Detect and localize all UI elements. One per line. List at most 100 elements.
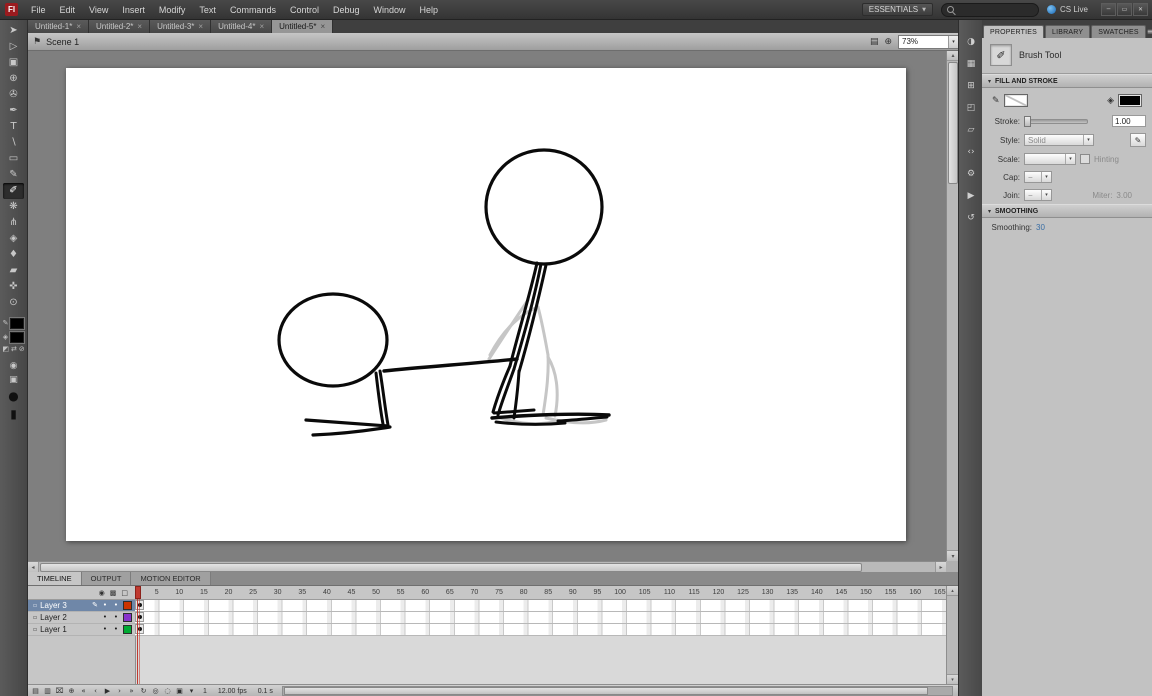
timeline-tab[interactable]: TIMELINE <box>28 572 82 585</box>
menu-item[interactable]: Debug <box>326 0 367 19</box>
layer-outline-color[interactable] <box>123 601 132 610</box>
edit-stroke-style-button[interactable]: ✎ <box>1130 133 1146 147</box>
free-transform-tool[interactable]: ▣ <box>3 55 24 71</box>
layer-outline-color[interactable] <box>123 613 132 622</box>
option-brush-shape[interactable]: ▮ <box>10 407 17 421</box>
play-button[interactable]: ▶ <box>103 688 112 695</box>
pasteboard[interactable] <box>28 50 946 561</box>
layer-lock-dot[interactable]: • <box>112 626 120 633</box>
panel-tab[interactable]: PROPERTIES <box>983 25 1044 38</box>
menu-item[interactable]: Text <box>192 0 223 19</box>
menu-item[interactable]: Modify <box>152 0 193 19</box>
scrollbar-thumb[interactable] <box>40 563 862 572</box>
fill-color-swatch[interactable] <box>10 332 24 343</box>
timeline-vertical-scrollbar[interactable]: ▴ ▾ <box>946 586 958 684</box>
Layer 3[interactable] <box>135 600 947 612</box>
color-panel-icon[interactable]: ◑ <box>962 35 980 50</box>
stroke-weight-slider[interactable] <box>1024 119 1088 124</box>
tab-close-icon[interactable]: × <box>320 22 325 31</box>
layer-lock-dot[interactable]: • <box>112 602 120 609</box>
edit-scene-button[interactable]: ▤ <box>870 37 879 47</box>
bone-tool[interactable]: ⋔ <box>3 215 24 231</box>
timeline-horizontal-scrollbar[interactable] <box>282 686 953 696</box>
join-select[interactable]: − ▾ <box>1024 189 1052 201</box>
go-last-frame-button[interactable]: » <box>127 688 136 695</box>
pencil-tool[interactable]: ✎ <box>3 167 24 183</box>
scroll-down-arrow[interactable]: ▾ <box>947 674 958 684</box>
menu-item[interactable]: Edit <box>53 0 83 19</box>
layer-visibility-dot[interactable]: • <box>101 626 109 633</box>
scrollbar-thumb[interactable] <box>948 62 958 184</box>
playhead-handle[interactable] <box>135 586 141 599</box>
zoom-level-select[interactable]: 73% ▾ <box>898 35 959 49</box>
layer-visibility-dot[interactable]: • <box>101 614 109 621</box>
go-first-frame-button[interactable]: « <box>79 688 88 695</box>
Layer 2[interactable] <box>135 612 947 624</box>
brush-tool[interactable]: ✐ <box>3 183 24 199</box>
menu-item[interactable]: Window <box>367 0 413 19</box>
deco-tool[interactable]: ❋ <box>3 199 24 215</box>
line-tool[interactable]: ∖ <box>3 135 24 151</box>
layer-visibility-dot[interactable]: • <box>101 602 109 609</box>
components-panel-icon[interactable]: ⚙ <box>962 167 980 182</box>
frames-area[interactable]: 5101520253035404550556065707580859095100… <box>135 586 947 684</box>
option-object-drawing[interactable]: ◉ <box>10 361 18 371</box>
edit-multiple-frames-button[interactable]: ▣ <box>175 688 184 695</box>
swatches-panel-icon[interactable]: ▦ <box>962 57 980 72</box>
option-brush-size[interactable]: ● <box>8 389 18 403</box>
Layer 1[interactable] <box>135 624 947 636</box>
subselection-tool[interactable]: ▷ <box>3 39 24 55</box>
info-panel-icon[interactable]: ◰ <box>962 101 980 116</box>
search-input[interactable] <box>941 3 1039 17</box>
menu-item[interactable]: Control <box>283 0 326 19</box>
lasso-tool[interactable]: ✇ <box>3 87 24 103</box>
document-tab[interactable]: Untitled-2* × <box>89 19 150 33</box>
stroke-weight-value[interactable]: 1.00 <box>1112 115 1146 127</box>
no-color-button[interactable]: ⊘ <box>19 346 25 353</box>
playhead[interactable] <box>135 586 141 684</box>
close-button[interactable]: ✕ <box>1133 3 1148 16</box>
fill-color-swatch[interactable] <box>1118 94 1142 107</box>
step-back-button[interactable]: ‹ <box>91 688 100 695</box>
tab-close-icon[interactable]: × <box>198 22 203 31</box>
onion-skin-button[interactable]: ◎ <box>151 688 160 695</box>
menu-item[interactable]: Help <box>413 0 446 19</box>
align-panel-icon[interactable]: ⊞ <box>962 79 980 94</box>
tab-close-icon[interactable]: × <box>259 22 264 31</box>
layer-outline-color[interactable] <box>123 625 132 634</box>
lock-all-layers-icon[interactable]: ▩ <box>110 589 117 597</box>
menu-item[interactable]: File <box>24 0 53 19</box>
hinting-checkbox[interactable] <box>1080 154 1090 164</box>
workspace-switcher[interactable]: ESSENTIALS ▼ <box>862 3 933 16</box>
tab-close-icon[interactable]: × <box>76 22 81 31</box>
modify-markers-button[interactable]: ▾ <box>187 688 196 695</box>
timeline-tab[interactable]: OUTPUT <box>82 572 132 585</box>
miter-value[interactable]: 3.00 <box>1116 191 1132 200</box>
motion-presets-panel-icon[interactable]: ▶ <box>962 189 980 204</box>
zoom-tool[interactable]: ⊙ <box>3 295 24 311</box>
transform-panel-icon[interactable]: ▱ <box>962 123 980 138</box>
edit-symbol-button[interactable]: ⊕ <box>884 37 892 47</box>
stage[interactable] <box>66 68 906 541</box>
new-layer-button[interactable]: ▤ <box>31 688 40 695</box>
Layer 3[interactable]: ▫ Layer 3 ✎ • • <box>28 600 135 612</box>
Layer 2[interactable]: ▫ Layer 2 ✎ • • <box>28 612 135 624</box>
center-frame-button[interactable]: ⊕ <box>67 688 76 695</box>
stroke-scale-select[interactable]: ▾ <box>1024 153 1076 165</box>
code-snippets-panel-icon[interactable]: ‹› <box>962 145 980 160</box>
layer-name[interactable]: Layer 1 <box>40 626 89 634</box>
stroke-style-select[interactable]: Solid ▾ <box>1024 134 1094 146</box>
paint-bucket-tool[interactable]: ◈ <box>3 231 24 247</box>
eraser-tool[interactable]: ▰ <box>3 263 24 279</box>
minimize-button[interactable]: ─ <box>1101 3 1116 16</box>
document-tab[interactable]: Untitled-5* × <box>272 19 333 33</box>
Layer 1[interactable]: ▫ Layer 1 ✎ • • <box>28 624 135 636</box>
loop-button[interactable]: ↻ <box>139 688 148 695</box>
slider-thumb[interactable] <box>1024 116 1031 127</box>
panel-tab[interactable]: LIBRARY <box>1045 25 1090 38</box>
restore-button[interactable]: ▭ <box>1117 3 1132 16</box>
menu-item[interactable]: Insert <box>115 0 152 19</box>
timeline-tab[interactable]: MOTION EDITOR <box>131 572 210 585</box>
selection-tool[interactable]: ➤ <box>3 23 24 39</box>
smoothing-value[interactable]: 30 <box>1036 223 1045 232</box>
